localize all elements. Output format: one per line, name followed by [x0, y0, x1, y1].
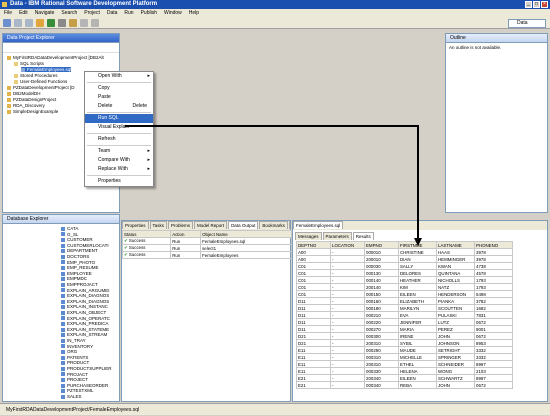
statusbar: MyFirstRDADataDevelopmentProject/FemaleE…: [0, 403, 550, 415]
annotation-arrow: [125, 125, 422, 246]
